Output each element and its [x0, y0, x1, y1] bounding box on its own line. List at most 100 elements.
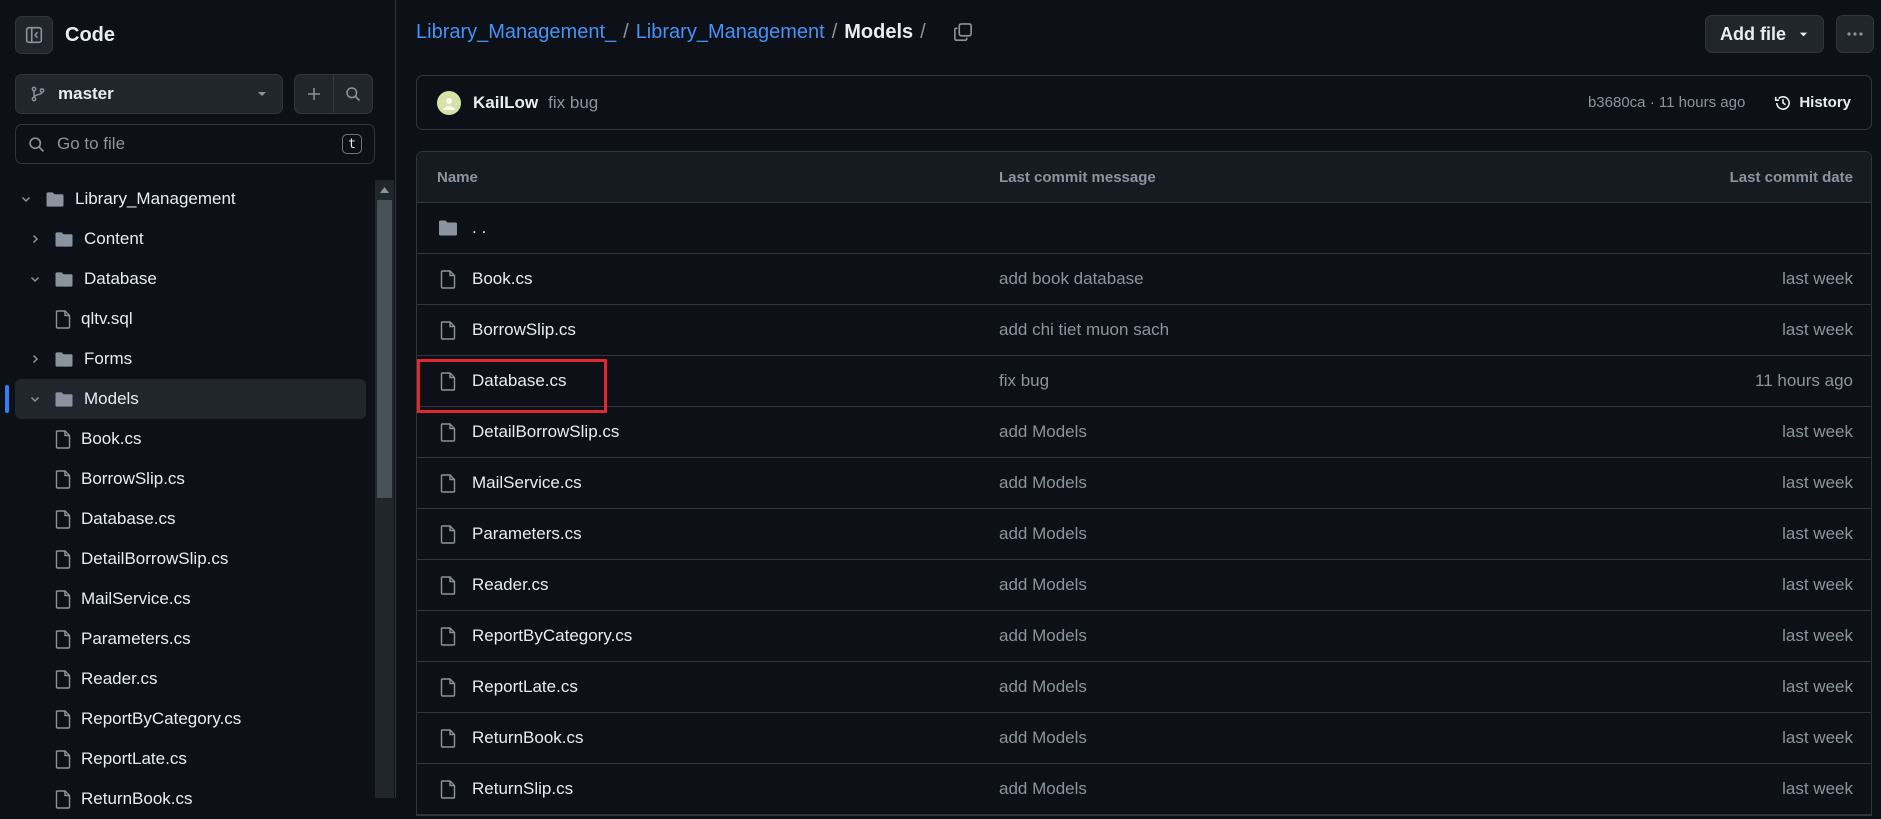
commit-message[interactable]: fix bug	[548, 93, 1588, 113]
table-row: ReturnSlip.cs add Models last week	[417, 764, 1871, 815]
tree-file-item[interactable]: Parameters.cs	[0, 619, 370, 659]
copy-path-button[interactable]	[953, 22, 973, 42]
tree-file-item[interactable]: Reader.cs	[0, 659, 370, 699]
file-name-link[interactable]: Reader.cs	[472, 575, 549, 595]
file-name-link[interactable]: Database.cs	[472, 371, 567, 391]
commit-message-link[interactable]: add Models	[984, 626, 1571, 646]
commit-message-link[interactable]: fix bug	[984, 371, 1571, 391]
file-name-cell: BorrowSlip.cs	[417, 320, 984, 340]
chevron-right-icon[interactable]	[27, 351, 43, 367]
table-row: BorrowSlip.cs add chi tiet muon sach last …	[417, 305, 1871, 356]
parent-directory-cell: . .	[417, 218, 984, 238]
tree-item-label: Models	[84, 389, 139, 408]
commit-date: last week	[1782, 779, 1853, 798]
file-name-cell: ReportByCategory.cs	[417, 626, 984, 646]
file-icon	[55, 629, 71, 649]
parent-directory-row[interactable]: . .	[417, 203, 1871, 254]
file-name-link[interactable]: ReportLate.cs	[472, 677, 578, 697]
search-button[interactable]	[334, 75, 372, 113]
add-file-button[interactable]	[295, 75, 334, 113]
table-header: Name Last commit message Last commit dat…	[417, 152, 1871, 203]
commit-meta[interactable]: b3680ca · 11 hours ago	[1588, 94, 1745, 111]
commit-message-link[interactable]: add Models	[984, 575, 1571, 595]
branch-selector[interactable]: master	[15, 74, 283, 114]
tree-item-label: qltv.sql	[81, 309, 133, 328]
sidebar-scrollbar[interactable]	[375, 180, 394, 798]
tree-file-item[interactable]: Book.cs	[0, 419, 370, 459]
chevron-down-icon[interactable]	[27, 391, 43, 407]
commit-message-link[interactable]: add book database	[984, 269, 1571, 289]
tree-folder-item[interactable]: Library_Management	[0, 179, 370, 219]
file-name-link[interactable]: MailService.cs	[472, 473, 582, 493]
tree-file-item[interactable]: ReportByCategory.cs	[0, 699, 370, 739]
table-row: Database.cs fix bug 11 hours ago	[417, 356, 1871, 413]
file-name-link[interactable]: BorrowSlip.cs	[472, 320, 576, 340]
commit-date: last week	[1782, 575, 1853, 594]
commit-author[interactable]: KailLow	[473, 93, 538, 113]
file-icon	[55, 509, 71, 529]
commit-message-link[interactable]: add Models	[984, 677, 1571, 697]
file-icon	[437, 779, 459, 799]
table-row: ReportLate.cs add Models last week	[417, 662, 1871, 713]
collapse-sidebar-button[interactable]	[15, 16, 53, 54]
tree-item-label: Book.cs	[81, 429, 142, 448]
file-icon	[437, 728, 459, 748]
table-row: ReturnBook.cs add Models last week	[417, 713, 1871, 764]
file-name-link[interactable]: Book.cs	[472, 269, 532, 289]
history-button[interactable]: History	[1767, 94, 1851, 112]
tree-file-item[interactable]: ReturnBook.cs	[0, 779, 370, 819]
add-file-dropdown-button[interactable]: Add file	[1705, 15, 1824, 53]
file-name-link[interactable]: ReportByCategory.cs	[472, 626, 632, 646]
commit-message-link[interactable]: add chi tiet muon sach	[984, 320, 1571, 340]
scroll-up-arrow-icon[interactable]	[375, 180, 394, 200]
tree-folder-item[interactable]: Forms	[0, 339, 370, 379]
file-name-cell: DetailBorrowSlip.cs	[417, 422, 984, 442]
file-name-link[interactable]: DetailBorrowSlip.cs	[472, 422, 619, 442]
scrollbar-thumb[interactable]	[377, 200, 392, 498]
go-to-file-input[interactable]	[55, 133, 342, 155]
breadcrumb-link-folder[interactable]: Library_Management	[636, 21, 825, 44]
tree-folder-item[interactable]: Models	[5, 379, 366, 419]
file-icon	[437, 575, 459, 595]
commit-message-link[interactable]: add Models	[984, 728, 1571, 748]
tree-folder-item[interactable]: Content	[0, 219, 370, 259]
file-name-cell: Database.cs	[417, 371, 984, 391]
tree-file-item[interactable]: ReportLate.cs	[0, 739, 370, 779]
file-icon	[437, 524, 459, 544]
tree-file-item[interactable]: Database.cs	[0, 499, 370, 539]
commit-message-link[interactable]: add Models	[984, 524, 1571, 544]
commit-date: last week	[1782, 320, 1853, 339]
file-tree: Library_Management Content Database qltv.sq…	[0, 179, 370, 819]
file-icon	[437, 371, 459, 391]
history-icon	[1774, 94, 1792, 112]
git-branch-icon	[30, 86, 46, 102]
sidebar-collapse-icon	[25, 26, 43, 44]
tree-folder-item[interactable]: Database	[0, 259, 370, 299]
tree-file-item[interactable]: BorrowSlip.cs	[0, 459, 370, 499]
file-name-link[interactable]: Parameters.cs	[472, 524, 582, 544]
kebab-horizontal-icon	[1846, 31, 1864, 37]
commit-message-link[interactable]: add Models	[984, 779, 1571, 799]
avatar[interactable]	[437, 90, 461, 115]
file-icon	[55, 429, 71, 449]
commit-message-link[interactable]: add Models	[984, 473, 1571, 493]
tree-item-label: MailService.cs	[81, 589, 191, 608]
commit-message-link[interactable]: add Models	[984, 422, 1571, 442]
tree-item-label: Parameters.cs	[81, 629, 191, 648]
plus-icon	[306, 86, 322, 102]
chevron-down-icon[interactable]	[27, 271, 43, 287]
chevron-right-icon[interactable]	[27, 231, 43, 247]
file-name-link[interactable]: ReturnSlip.cs	[472, 779, 573, 799]
breadcrumb-link-repo[interactable]: Library_Management_	[416, 21, 616, 44]
more-options-button[interactable]	[1836, 15, 1874, 53]
file-name-link[interactable]: ReturnBook.cs	[472, 728, 584, 748]
tree-file-item[interactable]: MailService.cs	[0, 579, 370, 619]
tree-item-label: Forms	[84, 349, 133, 368]
file-icon	[437, 269, 459, 289]
file-icon	[55, 309, 71, 329]
chevron-down-icon[interactable]	[18, 191, 34, 207]
go-to-file-box: t	[15, 124, 375, 164]
tree-file-item[interactable]: DetailBorrowSlip.cs	[0, 539, 370, 579]
tree-file-item[interactable]: qltv.sql	[0, 299, 370, 339]
table-row: Book.cs add book database last week	[417, 254, 1871, 305]
